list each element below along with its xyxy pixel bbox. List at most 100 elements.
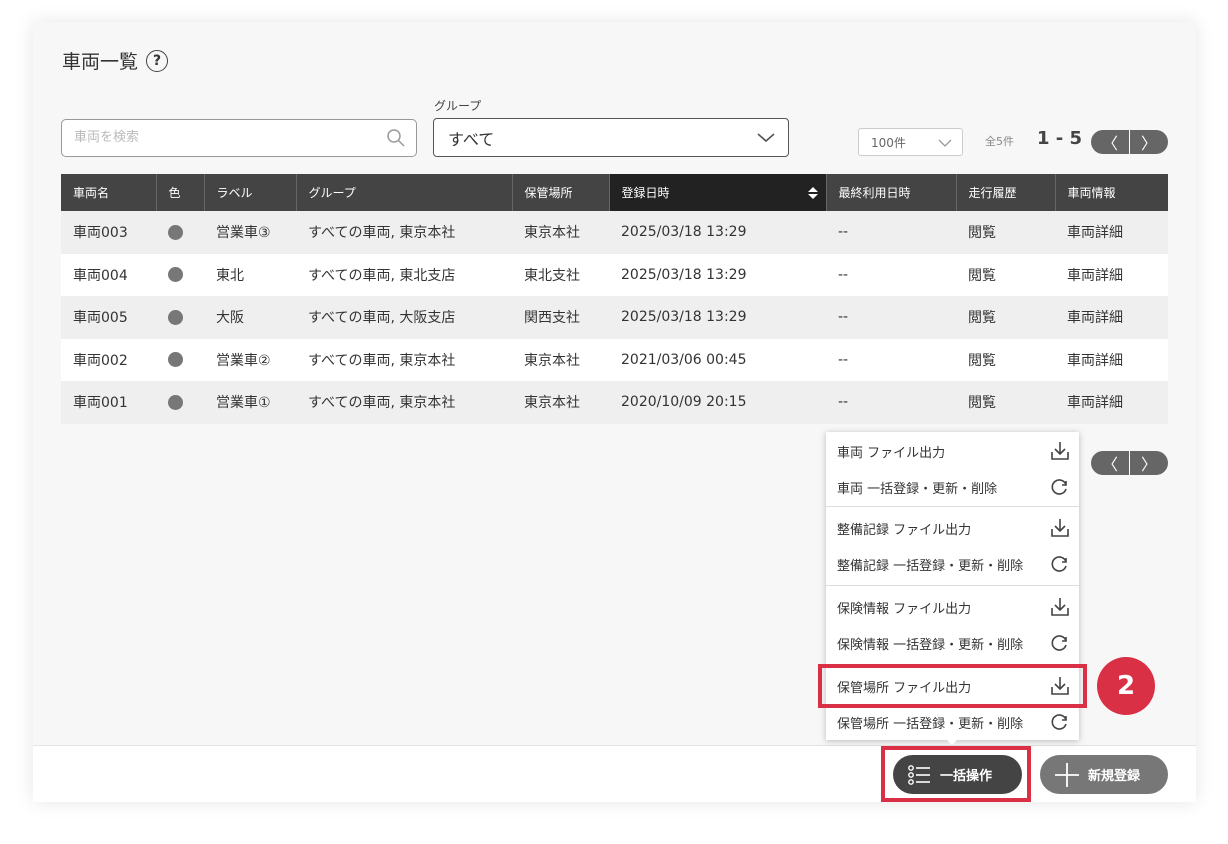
next-page-button[interactable]: 〉 [1129, 451, 1168, 475]
chevron-down-icon [938, 137, 952, 151]
vehicle-name: 車両005 [61, 296, 156, 339]
vehicle-registered: 2025/03/18 13:29 [609, 253, 826, 296]
col-header-location[interactable]: 保管場所 [512, 174, 610, 211]
menu-item-label: 保管場所 一括登録・更新・削除 [837, 716, 1024, 732]
vehicle-registered: 2020/10/09 20:15 [609, 381, 826, 424]
vehicle-location: 東京本社 [512, 381, 609, 424]
help-icon[interactable]: ? [146, 49, 169, 72]
step-badge: 2 [1097, 657, 1155, 715]
menu-item-vehicle-bulk[interactable]: 車両 一括登録・更新・削除 [826, 469, 1079, 505]
col-header-info[interactable]: 車両情報 [1055, 174, 1168, 211]
menu-item-maintenance-bulk[interactable]: 整備記録 一括登録・更新・削除 [826, 546, 1079, 582]
detail-link[interactable]: 車両詳細 [1055, 296, 1168, 339]
refresh-icon [1051, 635, 1067, 651]
vehicle-registered: 2025/03/18 13:29 [609, 211, 826, 254]
table-header-row: 車両名 色 ラベル グループ 保管場所 登録日時 最終利用日時 走行履歴 車両情… [61, 174, 1168, 211]
highlight-box-bulk-button [881, 746, 1031, 802]
vehicle-last-used: -- [826, 211, 956, 254]
vehicle-name: 車両004 [61, 253, 156, 296]
search-icon[interactable] [386, 128, 406, 152]
vehicle-group: すべての車両, 東京本社 [296, 381, 512, 424]
vehicle-label: 営業車③ [204, 211, 296, 254]
table-row[interactable]: 車両002 営業車② すべての車両, 東京本社 東京本社 2021/03/06 … [61, 338, 1168, 381]
vehicle-label: 営業車① [204, 381, 296, 424]
download-icon [1051, 598, 1069, 616]
history-link[interactable]: 閲覧 [956, 253, 1055, 296]
detail-link[interactable]: 車両詳細 [1055, 253, 1168, 296]
table-row[interactable]: 車両004 東北 すべての車両, 東北支店 東北支社 2025/03/18 13… [61, 253, 1168, 296]
color-dot [168, 394, 183, 410]
download-icon [1051, 519, 1069, 537]
detail-link[interactable]: 車両詳細 [1055, 338, 1168, 381]
menu-item-label: 保険情報 一括登録・更新・削除 [837, 637, 1024, 653]
color-dot [168, 309, 183, 325]
col-header-last-used[interactable]: 最終利用日時 [826, 174, 957, 211]
vehicle-location: 東京本社 [512, 338, 609, 381]
next-page-button[interactable]: 〉 [1129, 130, 1168, 154]
detail-link[interactable]: 車両詳細 [1055, 381, 1168, 424]
color-cell [156, 381, 204, 424]
vehicle-table: 車両名 色 ラベル グループ 保管場所 登録日時 最終利用日時 走行履歴 車両情… [61, 174, 1168, 424]
menu-item-label: 車両 ファイル出力 [837, 445, 946, 461]
col-header-label[interactable]: ラベル [204, 174, 297, 211]
col-header-registered[interactable]: 登録日時 [609, 174, 827, 211]
vehicle-last-used: -- [826, 381, 956, 424]
total-count: 全5件 [985, 135, 1014, 148]
chevron-down-icon [756, 129, 776, 148]
search-box[interactable] [61, 119, 417, 157]
vehicle-registered: 2025/03/18 13:29 [609, 296, 826, 339]
refresh-icon [1051, 714, 1067, 730]
col-header-group[interactable]: グループ [296, 174, 513, 211]
color-cell [156, 253, 204, 296]
new-registration-button[interactable]: 新規登録 [1040, 755, 1168, 794]
menu-item-label: 車両 一括登録・更新・削除 [837, 481, 998, 497]
menu-item-location-bulk[interactable]: 保管場所 一括登録・更新・削除 [826, 704, 1079, 740]
color-dot [168, 352, 183, 368]
new-registration-label: 新規登録 [1088, 769, 1141, 784]
search-input[interactable] [62, 120, 362, 154]
page-title-area: 車両一覧 ? [62, 47, 169, 74]
group-select-value: すべて [448, 129, 495, 149]
table-row[interactable]: 車両003 営業車③ すべての車両, 東京本社 東京本社 2025/03/18 … [61, 211, 1168, 254]
history-link[interactable]: 閲覧 [956, 338, 1055, 381]
col-header-history[interactable]: 走行履歴 [956, 174, 1056, 211]
vehicle-location: 東京本社 [512, 211, 609, 254]
menu-item-insurance-bulk[interactable]: 保険情報 一括登録・更新・削除 [826, 625, 1079, 661]
prev-page-button[interactable]: 〈 [1091, 130, 1129, 154]
col-header-name[interactable]: 車両名 [61, 174, 157, 211]
table-row[interactable]: 車両005 大阪 すべての車両, 大阪支店 関西支社 2025/03/18 13… [61, 296, 1168, 339]
vehicle-group: すべての車両, 東北支店 [296, 253, 512, 296]
menu-divider [826, 506, 1079, 507]
sort-icon [807, 187, 818, 199]
highlight-box-location-export [818, 664, 1087, 708]
vehicle-last-used: -- [826, 253, 956, 296]
group-select[interactable]: すべて [433, 118, 789, 157]
history-link[interactable]: 閲覧 [956, 211, 1055, 254]
vehicle-label: 東北 [204, 253, 296, 296]
history-link[interactable]: 閲覧 [956, 381, 1055, 424]
vehicle-name: 車両003 [61, 211, 156, 254]
color-cell [156, 211, 204, 254]
plus-icon [1055, 762, 1079, 787]
menu-item-insurance-export[interactable]: 保険情報 ファイル出力 [826, 589, 1079, 625]
vehicle-label: 大阪 [204, 296, 296, 339]
vehicle-location: 関西支社 [512, 296, 609, 339]
menu-pointer [944, 737, 960, 745]
refresh-icon [1051, 556, 1067, 572]
vehicle-group: すべての車両, 東京本社 [296, 211, 512, 254]
col-header-color[interactable]: 色 [156, 174, 205, 211]
download-icon [1051, 442, 1069, 460]
vehicle-location: 東北支社 [512, 253, 609, 296]
detail-link[interactable]: 車両詳細 [1055, 211, 1168, 254]
color-cell [156, 296, 204, 339]
prev-page-button[interactable]: 〈 [1091, 451, 1129, 475]
menu-item-vehicle-export[interactable]: 車両 ファイル出力 [826, 433, 1079, 469]
history-link[interactable]: 閲覧 [956, 296, 1055, 339]
vehicle-group: すべての車両, 大阪支店 [296, 296, 512, 339]
pager-top: 〈 〉 [1091, 130, 1168, 154]
vehicle-group: すべての車両, 東京本社 [296, 338, 512, 381]
per-page-select[interactable]: 100件 [858, 128, 963, 156]
table-row[interactable]: 車両001 営業車① すべての車両, 東京本社 東京本社 2020/10/09 … [61, 381, 1168, 424]
menu-item-maintenance-export[interactable]: 整備記録 ファイル出力 [826, 510, 1079, 546]
col-header-registered-label: 登録日時 [621, 186, 670, 200]
